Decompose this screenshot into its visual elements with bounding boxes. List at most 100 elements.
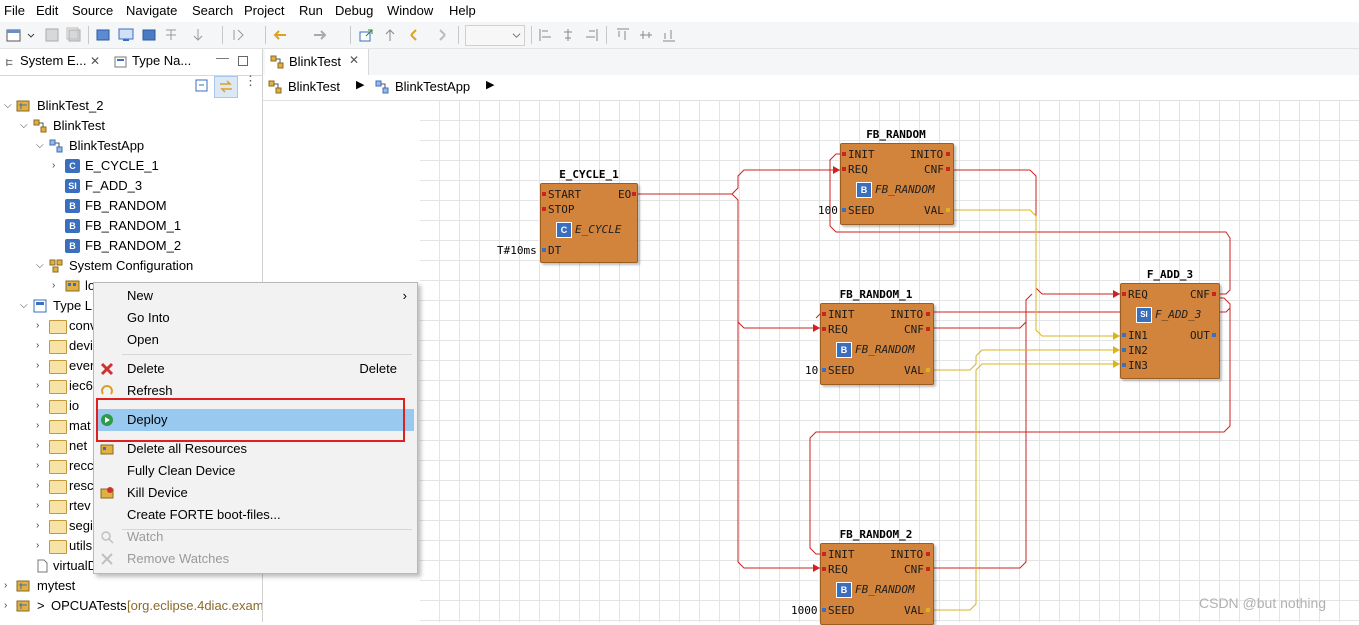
tree-item-blinktest-2[interactable]: ⌵ BlinkTest_2 [0,96,262,116]
breadcrumb-system[interactable]: BlinkTest [288,79,340,94]
data-output-pin[interactable]: VAL [904,364,924,377]
chevron-right-icon[interactable]: › [36,341,46,351]
chevron-right-icon[interactable]: › [36,321,46,331]
event-output-pin[interactable]: CNF [924,163,944,176]
fb-instance-name[interactable]: F_ADD_3 [1120,268,1220,281]
data-output-pin[interactable]: OUT [1190,329,1210,342]
tab-type-navigator[interactable]: Type Na... [132,53,191,68]
step-icon[interactable] [230,27,246,43]
fb-instance-name[interactable]: FB_RANDOM_1 [820,288,932,301]
event-output-pin[interactable]: INITO [890,548,923,561]
event-input-pin[interactable]: REQ [848,163,868,176]
align-left-icon[interactable] [538,27,554,43]
menu-run[interactable]: Run [299,3,323,18]
chevron-right-icon[interactable]: › [36,361,46,371]
save-all-icon[interactable] [66,27,82,43]
chevron-down-icon[interactable]: ⌵ [4,101,14,111]
parameter-value[interactable]: 100 [818,204,838,217]
event-output-pin[interactable]: CNF [904,323,924,336]
event-input-pin[interactable]: REQ [828,323,848,336]
undo-icon[interactable] [408,27,424,43]
menu-source[interactable]: Source [72,3,113,18]
chevron-right-icon[interactable]: › [36,481,46,491]
tree-item-mytest[interactable]: › mytest [0,576,262,596]
menu-item-go-into[interactable]: Go Into [94,307,417,329]
chevron-right-icon[interactable]: › [36,381,46,391]
menu-item-remove-watches[interactable]: Remove Watches [94,548,417,570]
chevron-right-icon[interactable]: ▶ [356,78,364,91]
export-icon[interactable] [358,27,374,43]
deploy-tool-icon[interactable] [95,27,111,43]
chevron-down-icon[interactable]: ⌵ [20,121,30,131]
event-input-pin[interactable]: REQ [1128,288,1148,301]
data-output-pin[interactable]: VAL [924,204,944,217]
menu-project[interactable]: Project [244,3,284,18]
tree-item-fb[interactable]: › C E_CYCLE_1 [0,156,262,176]
event-input-pin[interactable]: INIT [828,548,855,561]
menu-navigate[interactable]: Navigate [126,3,177,18]
link-editor-button[interactable] [214,76,238,98]
chevron-right-icon[interactable]: › [36,461,46,471]
event-input-pin[interactable]: STOP [548,203,575,216]
data-input-pin[interactable]: IN3 [1128,359,1148,372]
tree-item-blinktest[interactable]: ⌵ BlinkTest [0,116,262,136]
chevron-down-icon[interactable] [26,27,36,43]
chevron-right-icon[interactable]: › [36,521,46,531]
parameter-value[interactable]: T#10ms [497,244,537,257]
menu-file[interactable]: File [4,3,25,18]
maximize-icon[interactable] [238,56,248,66]
event-input-pin[interactable]: START [548,188,581,201]
back-icon[interactable] [272,27,288,43]
chevron-right-icon[interactable]: › [52,161,62,171]
chevron-right-icon[interactable]: › [36,501,46,511]
hierarchy-icon[interactable] [163,27,179,43]
menu-debug[interactable]: Debug [335,3,373,18]
menu-item-open[interactable]: Open [94,329,417,351]
chevron-down-icon[interactable]: ⌵ [20,301,30,311]
event-input-pin[interactable]: INIT [828,308,855,321]
data-input-pin[interactable]: IN1 [1128,329,1148,342]
event-output-pin[interactable]: CNF [904,563,924,576]
data-input-pin[interactable]: DT [548,244,561,257]
device-icon[interactable] [141,27,157,43]
menu-item-kill-device[interactable]: Kill Device [94,482,417,504]
menu-item-create-boot-files[interactable]: Create FORTE boot-files... [94,504,417,526]
parameter-value[interactable]: 10 [805,364,818,377]
align-middle-icon[interactable] [638,27,654,43]
close-icon[interactable]: ✕ [90,54,100,68]
chevron-right-icon[interactable]: › [4,601,14,611]
chevron-down-icon[interactable]: ⌵ [36,261,46,271]
align-right-icon[interactable] [583,27,599,43]
close-icon[interactable]: ✕ [349,53,359,67]
chevron-right-icon[interactable]: › [36,541,46,551]
menu-item-watch[interactable]: Watch [94,526,417,548]
parameter-value[interactable]: 1000 [791,604,818,617]
forward-icon[interactable] [312,27,328,43]
breadcrumb-application[interactable]: BlinkTestApp [395,79,470,94]
data-output-pin[interactable]: VAL [904,604,924,617]
tree-item-fb[interactable]: B FB_RANDOM_2 [0,236,262,256]
data-input-pin[interactable]: IN2 [1128,344,1148,357]
menu-help[interactable]: Help [449,3,476,18]
menu-search[interactable]: Search [192,3,233,18]
chevron-right-icon[interactable]: › [36,401,46,411]
chevron-down-icon[interactable]: ⌵ [36,141,46,151]
tree-item-blinktestapp[interactable]: ⌵ BlinkTestApp [0,136,262,156]
menu-edit[interactable]: Edit [36,3,58,18]
tree-item-system-configuration[interactable]: ⌵ System Configuration [0,256,262,276]
zoom-combo[interactable] [465,25,525,46]
data-input-pin[interactable]: SEED [828,604,855,617]
menu-item-delete[interactable]: Delete Delete [94,358,417,380]
fb-instance-name[interactable]: FB_RANDOM [840,128,952,141]
tree-item-opcuatests[interactable]: › > OPCUATests [org.eclipse.4diac.exam [0,596,262,616]
menu-item-fully-clean-device[interactable]: Fully Clean Device [94,460,417,482]
chevron-right-icon[interactable]: › [4,581,14,591]
align-top-icon[interactable] [615,27,631,43]
align-center-icon[interactable] [560,27,576,43]
tree-item-fb[interactable]: B FB_RANDOM_1 [0,216,262,236]
chevron-right-icon[interactable]: › [36,441,46,451]
event-input-pin[interactable]: REQ [828,563,848,576]
new-icon[interactable] [6,27,22,43]
fb-instance-name[interactable]: FB_RANDOM_2 [820,528,932,541]
chevron-right-icon[interactable]: ▶ [486,78,494,91]
